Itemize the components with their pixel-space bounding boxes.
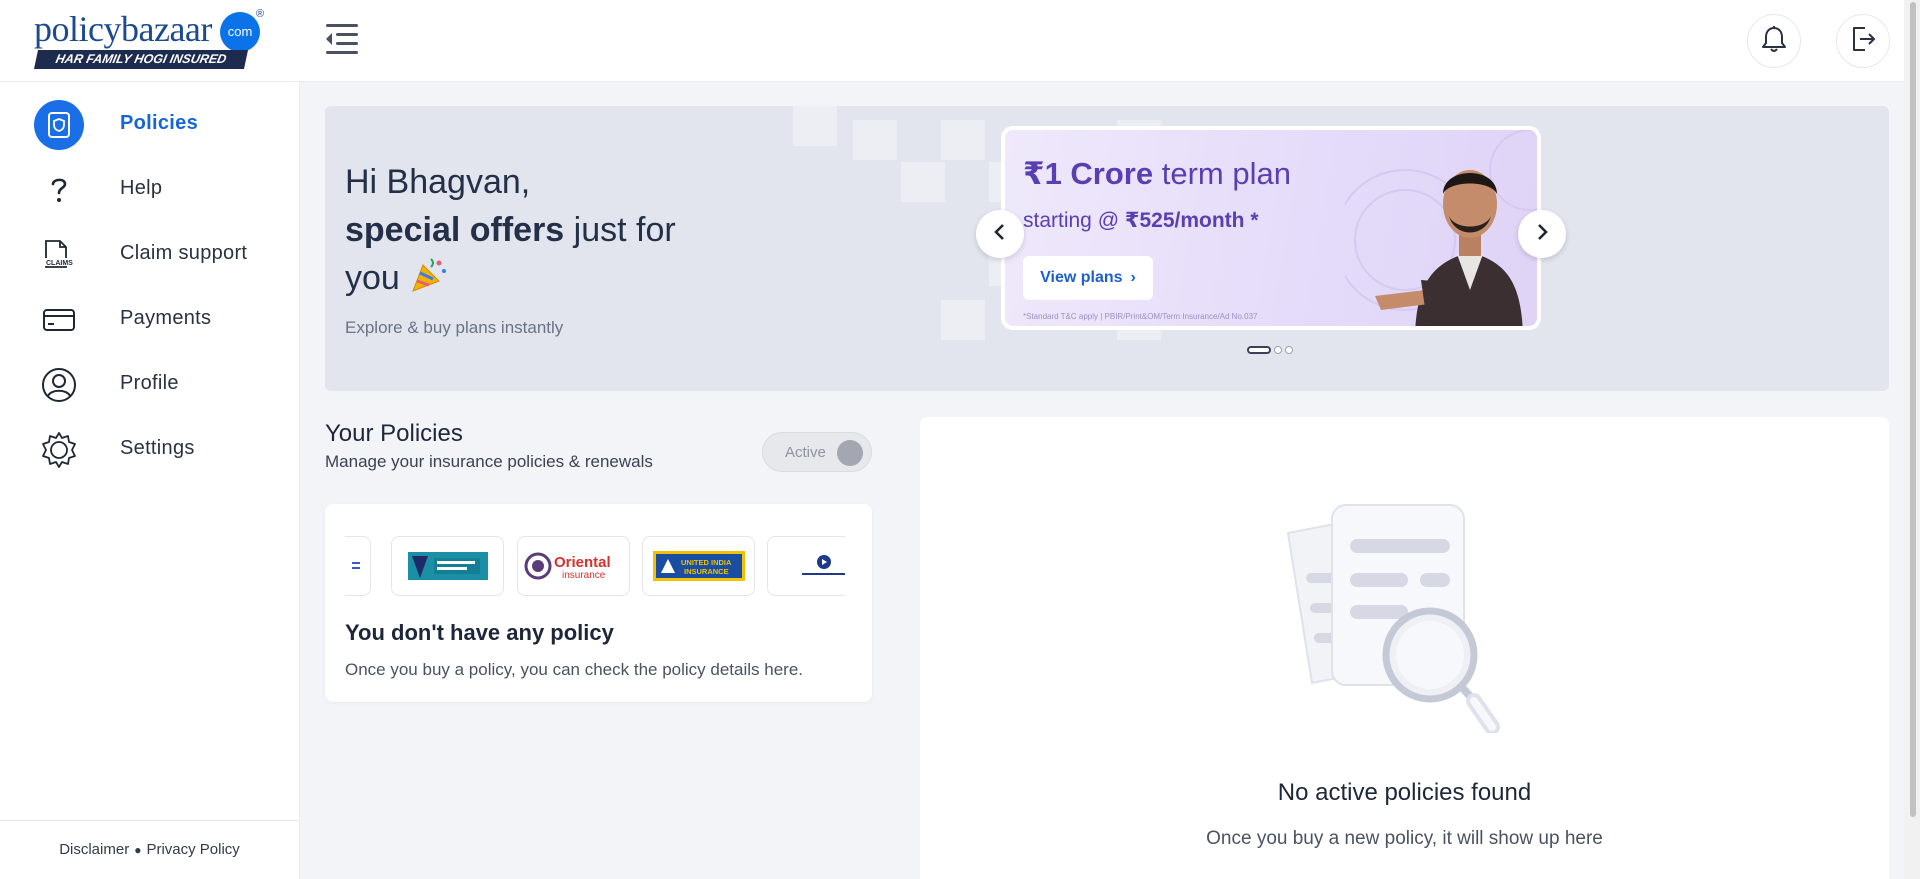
no-policy-card: Oriental insurance UNITED INDIA INSURANC… [325, 504, 872, 702]
scrollbar-thumb[interactable] [1910, 2, 1916, 817]
offers-banner: Hi Bhagvan, special offers just for you … [325, 106, 1889, 391]
insurer-logo-partial [345, 536, 371, 596]
empty-state-title: No active policies found [1277, 779, 1532, 806]
your-policies-title: Your Policies [325, 420, 463, 447]
logo-registered-mark: ® [256, 8, 265, 20]
policy-shield-icon [34, 100, 84, 150]
user-icon [34, 360, 84, 410]
chevron-right-icon [1535, 223, 1549, 246]
view-plans-button[interactable]: View plans › [1023, 256, 1153, 300]
brand-ambassador-image [1345, 130, 1537, 326]
sidebar-item-policies[interactable]: Policies [0, 95, 299, 155]
insurer-logo-strip: Oriental insurance UNITED INDIA INSURANC… [345, 536, 845, 596]
top-header: policybazaar com ® HAR FAMILY HOGI INSUR… [0, 0, 1904, 82]
privacy-policy-link[interactable]: Privacy Policy [146, 841, 239, 858]
logo-wordmark: policybazaar [34, 9, 212, 49]
empty-state-card: No active policies found Once you buy a … [920, 417, 1889, 879]
promo-title: ₹1 Crore term plan [1023, 156, 1291, 191]
banner-subtext: Explore & buy plans instantly [345, 318, 564, 337]
sidebar-footer: Disclaimer ● Privacy Policy [0, 820, 299, 879]
sidebar-item-label: Help [120, 177, 163, 199]
greeting-name: Hi Bhagvan, [345, 163, 531, 201]
logo-com-badge: com [220, 12, 260, 52]
carousel-dot[interactable] [1247, 346, 1271, 354]
sidebar-item-label: Payments [120, 307, 212, 329]
acko-insurance-logo [767, 536, 845, 596]
gear-icon [34, 425, 84, 475]
policybazaar-logo[interactable]: policybazaar com ® HAR FAMILY HOGI INSUR… [33, 8, 266, 70]
svg-text:CLAIMS: CLAIMS [46, 260, 73, 267]
svg-text:INSURANCE: INSURANCE [684, 567, 729, 576]
toggle-knob [837, 440, 863, 466]
banner-greeting: Hi Bhagvan, special offers just for you [345, 158, 725, 302]
carousel-next-button[interactable] [1518, 210, 1566, 258]
offer-bold-text: special offers [345, 211, 565, 249]
active-policies-toggle[interactable]: Active [762, 432, 872, 472]
disclaimer-link[interactable]: Disclaimer [59, 841, 129, 858]
term-plan-promo-card[interactable]: ₹1 Crore term plan starting @ ₹525/month… [1001, 126, 1541, 330]
sidebar-item-label: Policies [120, 112, 198, 134]
card-icon [34, 295, 84, 345]
claims-document-icon: CLAIMS [34, 230, 84, 280]
sidebar-item-help[interactable]: Help [0, 160, 299, 220]
logo-tagline: HAR FAMILY HOGI INSURED [33, 50, 249, 69]
question-icon [34, 165, 84, 215]
your-policies-subtitle: Manage your insurance policies & renewal… [325, 452, 653, 471]
oriental-insurance-logo: Oriental insurance [517, 536, 630, 596]
sidebar-item-settings[interactable]: Settings [0, 420, 299, 480]
svg-text:insurance: insurance [562, 570, 606, 581]
notifications-button[interactable] [1747, 14, 1801, 68]
sidebar-item-payments[interactable]: Payments [0, 290, 299, 350]
svg-text:UNITED INDIA: UNITED INDIA [681, 558, 732, 567]
bullet-separator: ● [134, 843, 142, 857]
svg-text:Oriental: Oriental [554, 554, 611, 571]
logout-icon [1849, 25, 1877, 58]
carousel-dot[interactable] [1274, 346, 1282, 354]
national-insurance-logo [391, 536, 504, 596]
united-india-insurance-logo: UNITED INDIA INSURANCE [642, 536, 755, 596]
sidebar-item-claim-support[interactable]: CLAIMS Claim support [0, 225, 299, 285]
chevron-left-icon [993, 223, 1007, 246]
carousel-dot[interactable] [1285, 346, 1293, 354]
empty-state-text: Once you buy a new policy, it will show … [1206, 828, 1603, 849]
carousel-prev-button[interactable] [976, 210, 1024, 258]
sidebar-item-label: Profile [120, 372, 179, 394]
menu-collapse-icon[interactable] [320, 20, 364, 60]
no-policy-title: You don't have any policy [345, 620, 614, 645]
sidebar-item-label: Claim support [120, 242, 248, 264]
carousel-dots [1247, 345, 1293, 355]
sidebar-item-profile[interactable]: Profile [0, 355, 299, 415]
party-popper-icon [409, 258, 449, 297]
toggle-label: Active [785, 444, 826, 461]
logout-button[interactable] [1836, 14, 1890, 68]
promo-disclaimer: *Standard T&C apply | PBIR/Print&OM/Term… [1023, 312, 1258, 321]
bell-icon [1761, 25, 1787, 58]
no-policy-text: Once you buy a policy, you can check the… [345, 660, 803, 679]
promo-price: starting @ ₹525/month * [1023, 209, 1259, 232]
chevron-right-icon: › [1130, 269, 1136, 286]
document-search-illustration [1286, 504, 1500, 733]
sidebar-item-label: Settings [120, 437, 195, 459]
sidebar-nav: Policies Help CLAIMS Claim support Payme… [0, 82, 300, 879]
